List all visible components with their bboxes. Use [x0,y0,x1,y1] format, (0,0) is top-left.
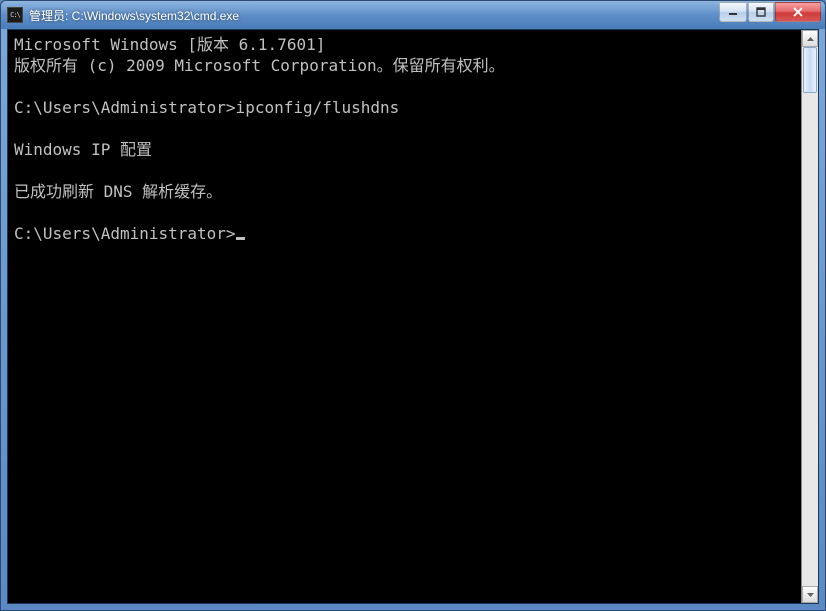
terminal-line [14,160,799,181]
terminal-line [14,76,799,97]
minimize-button[interactable] [719,2,747,22]
maximize-button[interactable] [748,2,774,22]
window-controls [719,2,821,22]
cmd-icon: C:\ [7,7,23,23]
terminal-line [14,202,799,223]
scroll-up-arrow-icon[interactable] [802,30,818,47]
window-title: 管理员: C:\Windows\system32\cmd.exe [29,7,719,24]
scroll-track[interactable] [802,47,818,586]
terminal-line: 版权所有 (c) 2009 Microsoft Corporation。保留所有… [14,55,799,76]
titlebar[interactable]: C:\ 管理员: C:\Windows\system32\cmd.exe [1,1,825,29]
terminal-line [14,118,799,139]
client-area: Microsoft Windows [版本 6.1.7601]版权所有 (c) … [7,29,819,604]
terminal-line: C:\Users\Administrator> [14,223,799,244]
scroll-down-arrow-icon[interactable] [802,586,818,603]
close-button[interactable] [775,2,821,22]
terminal-line: Windows IP 配置 [14,139,799,160]
vertical-scrollbar[interactable] [801,30,818,603]
terminal-line: 已成功刷新 DNS 解析缓存。 [14,181,799,202]
terminal-line: Microsoft Windows [版本 6.1.7601] [14,34,799,55]
cursor [236,237,245,240]
scroll-thumb[interactable] [803,47,817,93]
terminal-output[interactable]: Microsoft Windows [版本 6.1.7601]版权所有 (c) … [8,30,801,603]
client-frame: Microsoft Windows [版本 6.1.7601]版权所有 (c) … [1,29,825,610]
terminal-line: C:\Users\Administrator>ipconfig/flushdns [14,97,799,118]
cmd-window: C:\ 管理员: C:\Windows\system32\cmd.exe Mic… [0,0,826,611]
